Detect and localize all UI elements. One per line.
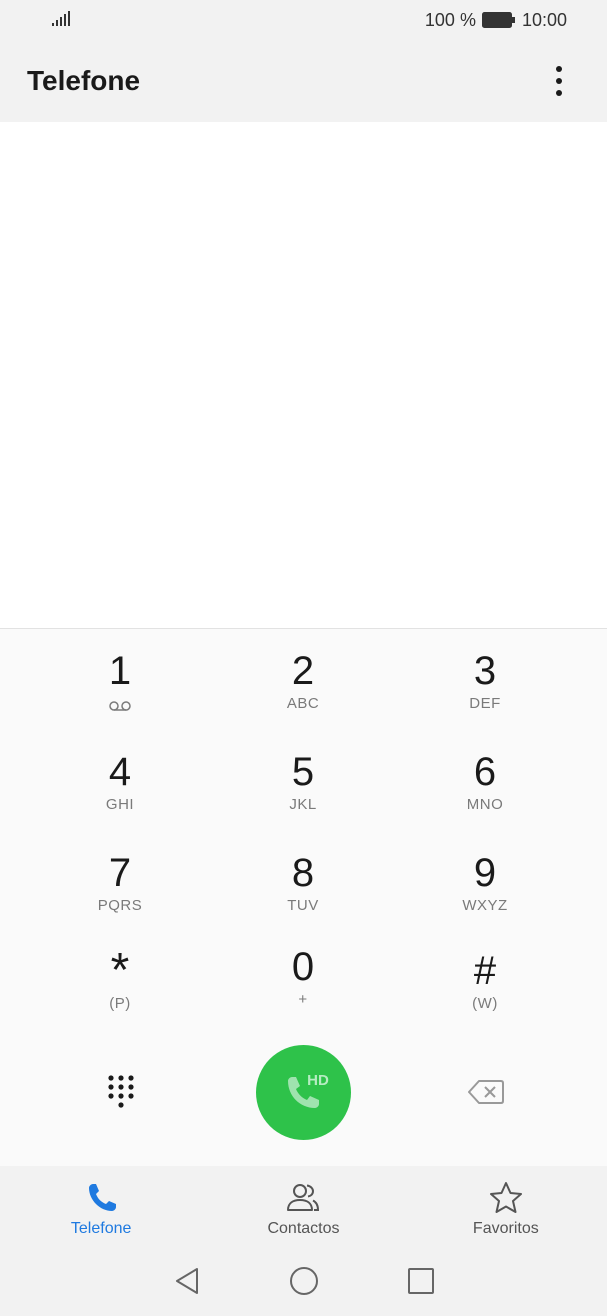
key-letters: ABC [286, 695, 320, 712]
star-icon [489, 1182, 522, 1213]
key-letters: DEF [469, 695, 501, 712]
nav-tab-telefone[interactable]: Telefone [0, 1166, 202, 1250]
key-digit: 6 [473, 750, 497, 794]
hd-call-icon: HD [287, 1072, 329, 1108]
dial-key-6[interactable]: 6 MNO [405, 750, 565, 840]
key-digit: # [473, 949, 497, 993]
page-title: Telefone [27, 65, 141, 96]
voicemail-icon [108, 699, 132, 717]
key-digit: 9 [473, 851, 497, 895]
key-digit: 3 [473, 649, 497, 693]
dial-key-4[interactable]: 4 GHI [40, 750, 200, 840]
home-circle-icon [289, 1266, 318, 1295]
phone-icon [89, 1184, 117, 1211]
signal-icon [52, 10, 72, 31]
key-letters: (P) [109, 995, 131, 1012]
key-digit: 7 [108, 851, 132, 895]
home-button[interactable] [289, 1266, 319, 1301]
nav-label: Contactos [267, 1220, 340, 1237]
nav-label: Telefone [70, 1220, 132, 1237]
bottom-navigation: Telefone Contactos Favoritos [0, 1166, 607, 1250]
dial-key-5[interactable]: 5 JKL [223, 750, 383, 840]
backspace-button[interactable] [464, 1075, 508, 1109]
nav-label: Favoritos [472, 1220, 539, 1237]
call-log-area [0, 122, 607, 628]
dial-key-7[interactable]: 7 PQRS [40, 851, 200, 941]
dial-key-star[interactable]: * (P) [40, 944, 200, 1039]
key-letters: PQRS [97, 897, 143, 914]
battery-percentage: 100 % [424, 9, 476, 30]
key-digit: * [110, 944, 130, 997]
key-letters: TUV [287, 897, 319, 914]
more-vertical-icon [556, 66, 562, 96]
dialpad-icon [108, 1075, 134, 1108]
nav-tab-favoritos[interactable]: Favoritos [405, 1166, 607, 1250]
clock: 10:00 [521, 9, 567, 30]
more-options-button[interactable] [547, 61, 571, 101]
app-bar: Telefone [0, 40, 607, 122]
key-letters: + [298, 991, 308, 1008]
dial-key-2[interactable]: 2 ABC [223, 649, 383, 739]
key-digit: 2 [291, 649, 315, 693]
dial-key-9[interactable]: 9 WXYZ [405, 851, 565, 941]
battery-icon [481, 12, 516, 28]
dial-key-8[interactable]: 8 TUV [223, 851, 383, 941]
dial-key-1[interactable]: 1 [40, 649, 200, 739]
key-letters: MNO [466, 796, 504, 813]
key-digit: 5 [291, 750, 315, 794]
key-digit: 0 [291, 945, 315, 989]
key-digit: 4 [108, 750, 132, 794]
dial-key-hash[interactable]: # (W) [405, 949, 565, 1039]
dial-key-0[interactable]: 0 + [223, 945, 383, 1035]
dialpad: 1 2 ABC 3 DEF 4 GHI 5 JKL 6 MNO 7 PQRS 8… [0, 628, 607, 1166]
recents-button[interactable] [407, 1267, 435, 1300]
contacts-icon [287, 1184, 320, 1211]
backspace-icon [468, 1080, 504, 1104]
status-bar: 100 % 10:00 [0, 0, 607, 40]
key-letters: (W) [472, 995, 498, 1012]
key-letters: WXYZ [462, 897, 508, 914]
hd-badge: HD [307, 1072, 329, 1089]
key-digit: 1 [108, 649, 132, 693]
key-letters: GHI [105, 796, 135, 813]
back-button[interactable] [173, 1266, 201, 1301]
dial-key-3[interactable]: 3 DEF [405, 649, 565, 739]
system-navigation-bar [0, 1250, 607, 1316]
dialpad-toggle-button[interactable] [100, 1071, 142, 1113]
key-letters: JKL [289, 796, 317, 813]
back-triangle-icon [175, 1267, 198, 1294]
nav-tab-contactos[interactable]: Contactos [202, 1166, 404, 1250]
call-button[interactable]: HD [256, 1045, 351, 1140]
recents-square-icon [407, 1267, 434, 1294]
phone-screen: 100 % 10:00 Telefone 1 2 ABC 3 DEF 4 GHI… [0, 0, 607, 1316]
key-digit: 8 [291, 851, 315, 895]
status-right: 100 % 10:00 [425, 10, 567, 31]
